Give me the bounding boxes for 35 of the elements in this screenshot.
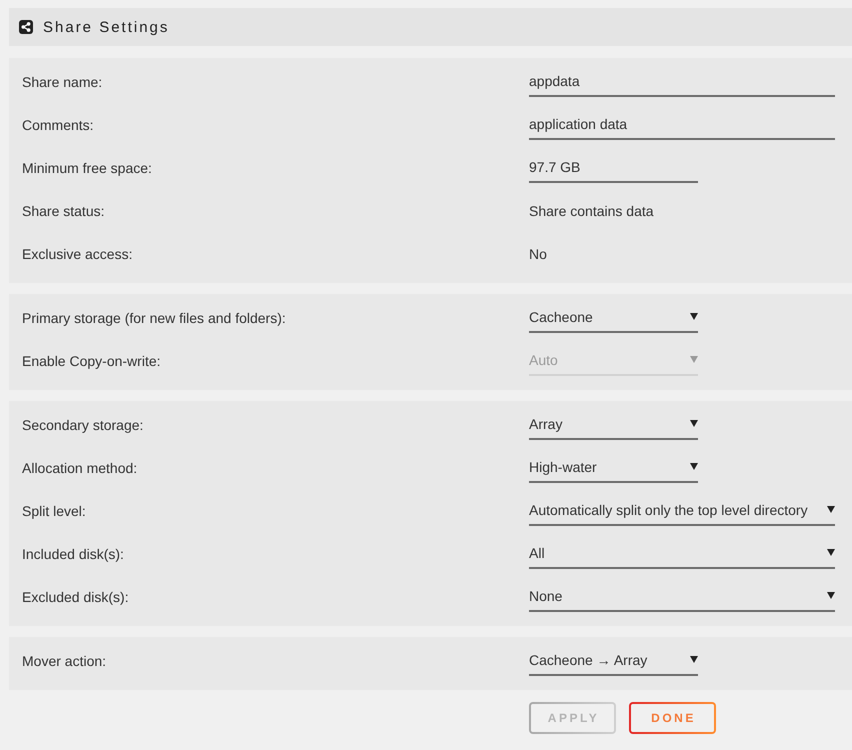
share-icon <box>19 20 33 34</box>
caret-icon <box>690 313 698 320</box>
field-label: Primary storage (for new files and folders): <box>22 310 287 326</box>
text-field[interactable]: application data <box>529 109 835 140</box>
caret-icon <box>827 592 835 599</box>
caret-icon <box>690 463 698 470</box>
dropdown[interactable]: Array <box>529 409 698 440</box>
value-text: No <box>529 246 547 262</box>
caret-icon <box>690 656 698 663</box>
field-label: Included disk(s): <box>22 546 125 562</box>
caret-icon <box>827 549 835 556</box>
dropdown[interactable]: Automatically split only the top level directory <box>529 495 835 526</box>
caret-icon <box>690 356 698 363</box>
value-text: Share contains data <box>529 202 654 218</box>
field-label: Secondary storage: <box>22 416 144 432</box>
dropdown[interactable]: Cacheone <box>529 302 698 333</box>
text-field[interactable]: 97.7 GB <box>529 152 698 183</box>
field-label: Exclusive access: <box>22 246 134 262</box>
field-label: Minimum free space: <box>22 160 153 176</box>
text-field[interactable]: appdata <box>529 66 835 97</box>
field-label: Share status: <box>22 202 106 218</box>
dropdown[interactable]: All <box>529 538 835 569</box>
field-label: Allocation method: <box>22 460 138 476</box>
field-label: Comments: <box>22 116 95 132</box>
field-label: Split level: <box>22 502 87 518</box>
field-label: Share name: <box>22 74 104 90</box>
field-label: Enable Copy-on-write: <box>22 352 162 368</box>
dropdown[interactable]: None <box>529 581 835 612</box>
panel-title: Share Settings <box>43 18 170 36</box>
caret-icon <box>827 506 835 513</box>
caret-icon <box>690 420 698 427</box>
field-label: Mover action: <box>22 652 108 668</box>
dropdown[interactable]: High-water <box>529 452 698 483</box>
field-label: Excluded disk(s): <box>22 588 130 604</box>
dropdown[interactable]: Cacheone → Array <box>529 645 698 676</box>
